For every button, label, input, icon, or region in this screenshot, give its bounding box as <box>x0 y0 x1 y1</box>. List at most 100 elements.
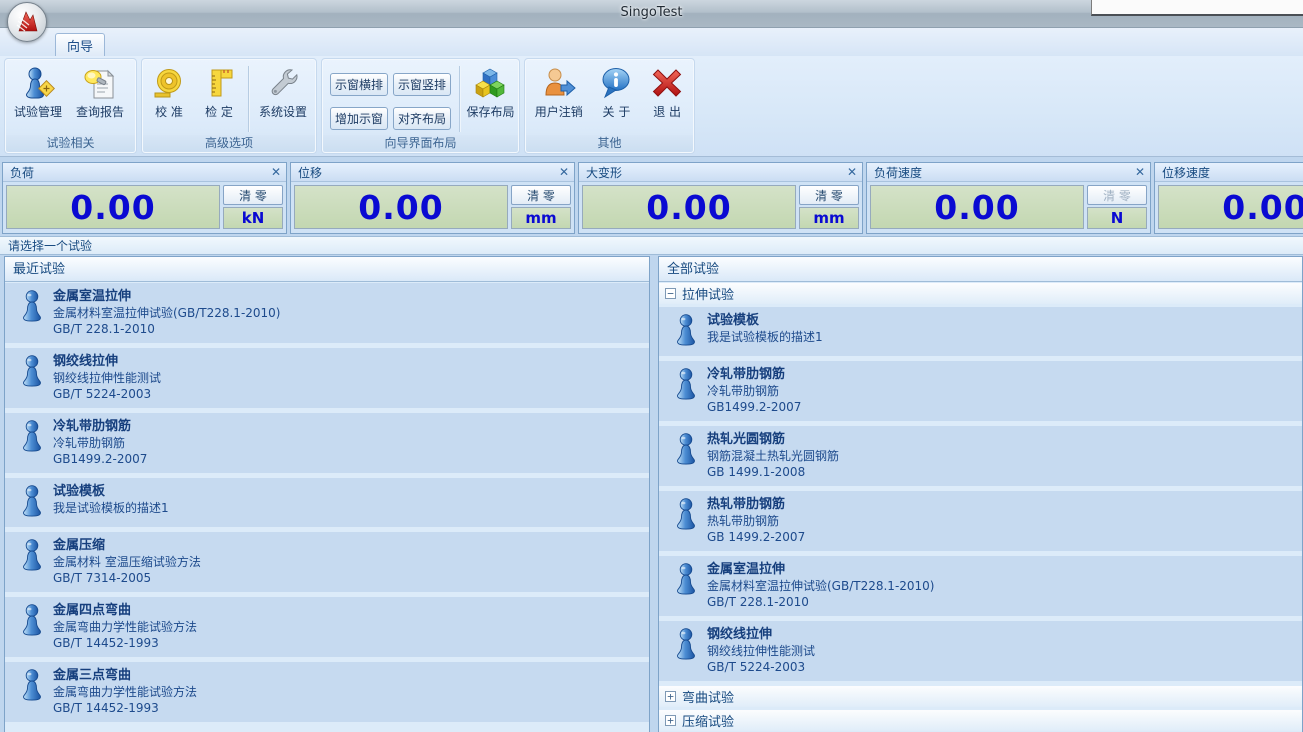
tree-expand-icon[interactable]: − <box>665 288 676 299</box>
gauge-value: 0.00 <box>294 185 508 229</box>
gauge-displacement: 位移✕ 0.00 清 零 mm <box>290 162 575 234</box>
test-title: 热轧光圆钢筋 <box>707 431 1294 448</box>
close-icon[interactable]: ✕ <box>271 166 281 178</box>
all-tests-header: 全部试验 <box>659 257 1302 282</box>
test-description: 热轧带肋钢筋 <box>707 513 1294 529</box>
about-button[interactable]: 关 于 <box>591 62 643 134</box>
zero-button[interactable]: 清 零 <box>1087 185 1147 205</box>
test-list-item[interactable]: 金属压缩 金属材料 室温压缩试验方法 GB/T 7314-2005 <box>5 532 649 592</box>
windows-vertical-button[interactable]: 示窗竖排 <box>393 73 451 96</box>
test-description: 金属材料室温拉伸试验(GB/T228.1-2010) <box>707 578 1294 594</box>
test-list-item[interactable]: 热轧带肋钢筋 热轧带肋钢筋 GB 1499.2-2007 <box>659 491 1302 551</box>
test-description: 金属材料 室温压缩试验方法 <box>53 554 641 570</box>
test-description: 金属材料室温拉伸试验(GB/T228.1-2010) <box>53 305 641 321</box>
gauge-title: 大变形 <box>586 164 622 181</box>
pawn-icon <box>673 498 699 530</box>
test-list-item[interactable]: 金属室温拉伸 金属材料室温拉伸试验(GB/T228.1-2010) GB/T 2… <box>5 283 649 343</box>
query-report-button[interactable]: 查询报告 <box>69 62 131 134</box>
test-category-items: 试验模板 我是试验模板的描述1 冷轧带肋钢筋 冷轧带肋钢筋 GB1499.2-2… <box>659 307 1302 681</box>
gauge-value: 0.00 <box>582 185 796 229</box>
button-label: 用户注销 <box>535 103 583 120</box>
zero-button[interactable]: 清 零 <box>511 185 571 205</box>
test-list-item[interactable]: 试验模板 我是试验模板的描述1 <box>5 478 649 527</box>
test-category-row[interactable]: + 压缩试验 <box>659 710 1302 731</box>
zero-button[interactable]: 清 零 <box>799 185 859 205</box>
close-icon[interactable]: ✕ <box>559 166 569 178</box>
group-separator <box>459 66 460 132</box>
test-category-label: 弯曲试验 <box>682 687 734 706</box>
ribbon-group-label: 试验相关 <box>6 135 135 152</box>
test-title: 试验模板 <box>707 312 1294 329</box>
gauge-value: 0.00 <box>6 185 220 229</box>
align-layout-button[interactable]: 对齐布局 <box>393 107 451 130</box>
app-window: SingoTest 向导 试验管理 <box>0 0 1303 732</box>
test-list-item[interactable]: 冷轧带肋钢筋 冷轧带肋钢筋 GB1499.2-2007 <box>5 413 649 473</box>
test-standard: GB1499.2-2007 <box>707 399 1294 415</box>
test-description: 冷轧带肋钢筋 <box>707 383 1294 399</box>
test-title: 金属四点弯曲 <box>53 602 641 619</box>
tab-wizard[interactable]: 向导 <box>55 33 105 56</box>
close-icon[interactable]: ✕ <box>1135 166 1145 178</box>
test-description: 冷轧带肋钢筋 <box>53 435 641 451</box>
tree-expand-icon[interactable]: + <box>665 691 676 702</box>
user-logout-button[interactable]: 用户注销 <box>527 62 591 134</box>
test-category-row[interactable]: + 弯曲试验 <box>659 686 1302 707</box>
test-standard: GB 1499.2-2007 <box>707 529 1294 545</box>
pawn-icon <box>673 433 699 465</box>
pawn-icon <box>19 420 45 452</box>
test-manage-icon <box>21 66 55 100</box>
pawn-icon <box>19 355 45 387</box>
test-list-item[interactable]: 钢绞线拉伸 钢绞线拉伸性能测试 GB/T 5224-2003 <box>659 621 1302 681</box>
gauge-row: 负荷✕ 0.00 清 零 kN 位移✕ 0.00 清 零 mm 大变形✕ <box>0 162 1303 234</box>
gauge-unit: N <box>1087 207 1147 229</box>
ribbon-group-label: 其他 <box>526 135 693 152</box>
test-list-item[interactable]: 试验模板 我是试验模板的描述1 <box>659 307 1302 356</box>
test-list-item[interactable]: 金属四点弯曲 金属弯曲力学性能试验方法 GB/T 14452-1993 <box>5 597 649 657</box>
test-title: 钢绞线拉伸 <box>707 626 1294 643</box>
system-settings-button[interactable]: 系统设置 <box>253 62 313 134</box>
all-tests-body: − 拉伸试验 试验模板 我是试验模板的描述1 冷轧带肋钢筋 冷轧带肋钢筋 <box>659 282 1302 731</box>
test-title: 金属室温拉伸 <box>53 288 641 305</box>
calibrate-button[interactable]: 校 准 <box>144 62 194 134</box>
ribbon-group-label: 向导界面布局 <box>323 135 518 152</box>
test-title: 金属三点弯曲 <box>53 667 641 684</box>
ribbon-group-advanced-options: 校 准 检 定 系统设置 <box>141 58 317 154</box>
zero-button[interactable]: 清 零 <box>223 185 283 205</box>
verify-button[interactable]: 检 定 <box>194 62 244 134</box>
close-icon[interactable]: ✕ <box>847 166 857 178</box>
recent-tests-panel: 最近试验 金属室温拉伸 金属材料室温拉伸试验(GB/T228.1-2010) G… <box>4 256 650 732</box>
pawn-icon <box>19 485 45 517</box>
button-label: 查询报告 <box>76 103 124 120</box>
save-layout-button[interactable]: 保存布局 <box>464 62 517 134</box>
test-list-item[interactable]: 冷轧带肋钢筋 冷轧带肋钢筋 GB1499.2-2007 <box>659 361 1302 421</box>
gauge-unit: mm <box>799 207 859 229</box>
test-standard: GB/T 228.1-2010 <box>53 321 641 337</box>
test-standard: GB/T 228.1-2010 <box>707 594 1294 610</box>
test-manage-button[interactable]: 试验管理 <box>7 62 69 134</box>
test-list-item[interactable]: 金属室温拉伸 金属材料室温拉伸试验(GB/T228.1-2010) GB/T 2… <box>659 556 1302 616</box>
gauge-displacement-speed: 位移速度✕ 0.00 清 零 <box>1154 162 1303 234</box>
tree-expand-icon[interactable]: + <box>665 715 676 726</box>
pawn-icon <box>19 669 45 701</box>
gauge-value: 0.00 <box>870 185 1084 229</box>
pawn-icon <box>673 628 699 660</box>
test-description: 钢绞线拉伸性能测试 <box>53 370 641 386</box>
test-list-item[interactable]: 热轧光圆钢筋 钢筋混凝土热轧光圆钢筋 GB 1499.1-2008 <box>659 426 1302 486</box>
exit-button[interactable]: 退 出 <box>642 62 692 134</box>
overlapping-window-fragment <box>1091 0 1303 16</box>
test-title: 钢绞线拉伸 <box>53 353 641 370</box>
test-category-row[interactable]: − 拉伸试验 <box>659 283 1302 304</box>
gauge-title: 负荷 <box>10 164 34 181</box>
layout-small-buttons: 示窗横排 示窗竖排 增加示窗 对齐布局 <box>330 73 451 130</box>
test-list-item[interactable]: 金属三点弯曲 金属弯曲力学性能试验方法 GB/T 14452-1993 <box>5 662 649 722</box>
add-window-button[interactable]: 增加示窗 <box>330 107 388 130</box>
test-list-item[interactable]: 钢绞线拉伸 钢绞线拉伸性能测试 GB/T 5224-2003 <box>5 348 649 408</box>
about-icon <box>599 66 633 100</box>
test-standard: GB/T 14452-1993 <box>53 635 641 651</box>
ribbon: 试验管理 查询报告 试验相关 <box>0 56 1303 157</box>
test-title: 试验模板 <box>53 483 641 500</box>
windows-horizontal-button[interactable]: 示窗横排 <box>330 73 388 96</box>
button-label: 保存布局 <box>466 103 514 120</box>
test-title: 热轧带肋钢筋 <box>707 496 1294 513</box>
app-menu-button[interactable] <box>7 2 47 42</box>
